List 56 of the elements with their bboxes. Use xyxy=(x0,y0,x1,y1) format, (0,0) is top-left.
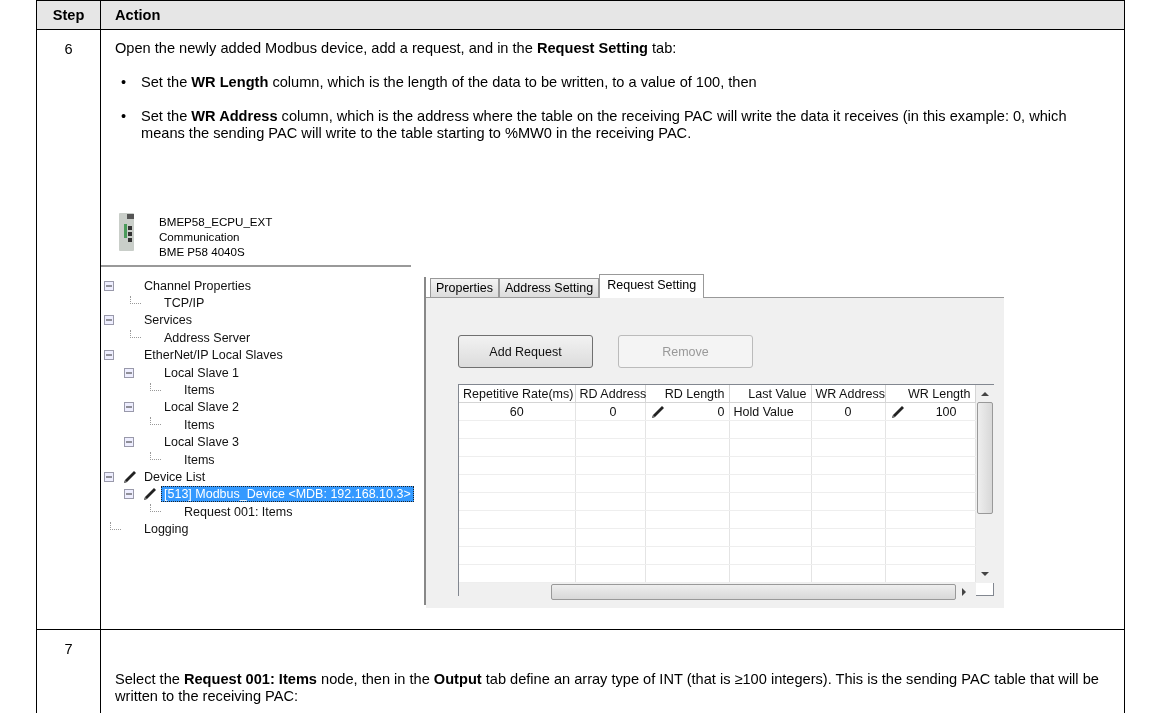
horizontal-scrollbar[interactable] xyxy=(459,583,976,601)
collapse-icon[interactable] xyxy=(124,402,134,413)
grid-cell[interactable]: 0 xyxy=(811,402,885,421)
instruction-text: Open the newly added Modbus device, add a request, and in the Request Setting tab: xyxy=(115,40,678,57)
collapse-icon[interactable] xyxy=(104,472,114,482)
bullet: • xyxy=(121,74,128,91)
tree-item[interactable]: Logging xyxy=(141,521,192,538)
collapse-icon[interactable] xyxy=(124,489,134,500)
step-number: 6 xyxy=(36,29,101,630)
column-header: Action xyxy=(100,0,1125,30)
device-name: BMEP58_ECPU_EXT xyxy=(159,215,273,228)
column-header: Step xyxy=(36,0,101,30)
tree-item[interactable]: Channel Properties xyxy=(141,277,254,294)
column-header[interactable]: WR Length xyxy=(885,385,975,403)
device-reference: BME P58 4040S xyxy=(159,245,246,258)
column-header[interactable]: WR Address xyxy=(811,385,885,403)
tab[interactable]: Address Setting xyxy=(499,278,600,297)
tab[interactable]: Properties xyxy=(430,278,499,297)
collapse-icon[interactable] xyxy=(104,315,114,326)
grid-cell[interactable]: 100 xyxy=(935,404,957,419)
tree-item[interactable]: Local Slave 1 xyxy=(161,364,243,381)
step-number: 7 xyxy=(36,629,101,713)
grid-cell[interactable]: 0 xyxy=(717,404,725,419)
tree-item[interactable]: Services xyxy=(141,312,195,329)
tree-item[interactable]: Address Server xyxy=(161,329,254,346)
scroll-up-icon[interactable] xyxy=(980,392,989,396)
column-header[interactable]: Repetitive Rate(ms) xyxy=(459,385,575,403)
add-button[interactable]: Add Request xyxy=(458,335,593,368)
tree-item[interactable]: Request 001: Items xyxy=(181,503,296,520)
scroll-right-icon[interactable] xyxy=(962,588,966,596)
tree-item[interactable]: EtherNet/IP Local Slaves xyxy=(141,347,286,364)
tab[interactable]: Request Setting xyxy=(599,274,705,298)
instruction-text: Set the WR Address column, which is the address where the table on the receiving PAC will write the data it receives (in this example: 0, which means the sending PAC will write to the table starting to %MW0 in the receiving PAC. xyxy=(141,108,1068,142)
instruction-text: Set the WR Length column, which is the length of the data to be written, to a value of 100, then xyxy=(141,74,757,91)
grid-cell[interactable]: 0 xyxy=(575,402,645,421)
column-header[interactable]: Last Value xyxy=(729,385,811,403)
tree-item[interactable]: Local Slave 2 xyxy=(161,399,243,416)
tree-item[interactable]: Device List xyxy=(141,469,209,485)
bullet: • xyxy=(121,108,128,126)
grid-cell[interactable]: Hold Value xyxy=(729,402,811,421)
controller-module-icon xyxy=(118,212,135,252)
tree-item[interactable]: Local Slave 3 xyxy=(161,434,243,451)
column-header[interactable]: RD Address xyxy=(575,385,645,403)
tree-item[interactable]: Items xyxy=(181,416,218,433)
collapse-icon[interactable] xyxy=(104,280,114,291)
scroll-down-icon[interactable] xyxy=(980,572,989,576)
collapse-icon[interactable] xyxy=(124,367,134,378)
tree-item[interactable]: Items xyxy=(181,451,218,468)
collapse-icon[interactable] xyxy=(124,437,134,448)
collapse-icon[interactable] xyxy=(104,350,114,361)
device-family: Communication xyxy=(159,230,241,243)
tree-item[interactable]: Items xyxy=(181,382,218,399)
grid-cell[interactable]: 60 xyxy=(459,402,575,421)
tree-item[interactable]: TCP/IP xyxy=(161,295,208,312)
instruction-text: Select the Request 001: Items node, then in the Output tab define an array type of INT (that is ≥100 integers). This is the sending PAC table that will be written to the receiving PAC: xyxy=(115,671,1100,705)
column-header[interactable]: RD Length xyxy=(645,385,729,403)
